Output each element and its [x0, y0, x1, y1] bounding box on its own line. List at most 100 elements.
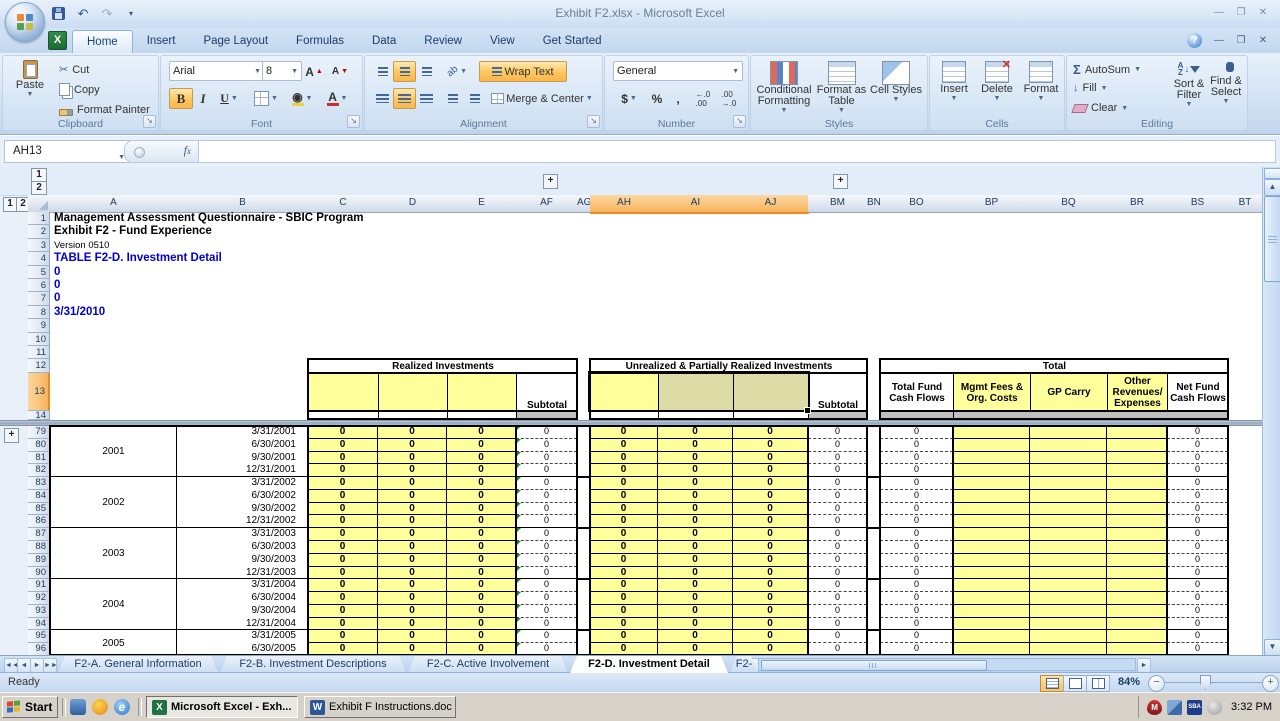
- date-cell-91[interactable]: 3/31/2004: [177, 579, 308, 592]
- grid-cell[interactable]: 0: [880, 592, 953, 605]
- grid-cell[interactable]: 0: [516, 592, 577, 605]
- comma-style-button[interactable]: ,: [668, 88, 688, 109]
- scroll-up-button[interactable]: ▲: [1264, 179, 1280, 196]
- row-header-1[interactable]: 1: [28, 212, 50, 225]
- column-header-C[interactable]: C: [308, 195, 379, 213]
- grid-cell[interactable]: [1107, 426, 1167, 439]
- grid-cell[interactable]: [1030, 528, 1107, 541]
- office-button[interactable]: [5, 2, 45, 42]
- delete-cells-button[interactable]: ✕ Delete▼: [976, 61, 1018, 102]
- page-layout-view-button[interactable]: [1063, 675, 1087, 692]
- row-header-86[interactable]: 86: [28, 515, 50, 528]
- align-right-button[interactable]: [415, 88, 438, 109]
- grid-cell[interactable]: 0: [447, 579, 516, 592]
- column-header-A[interactable]: A: [50, 195, 178, 213]
- row-header-96[interactable]: 96: [28, 643, 50, 655]
- grid-cell[interactable]: 0: [1167, 528, 1228, 541]
- grid-cell[interactable]: 0: [590, 592, 658, 605]
- taskbar-button-1[interactable]: XMicrosoft Excel - Exh...: [146, 696, 298, 718]
- grid-cell[interactable]: [1107, 541, 1167, 554]
- grid-cell[interactable]: 0: [447, 554, 516, 567]
- autosum-button[interactable]: ΣAutoSum▼: [1073, 62, 1141, 77]
- grid-cell[interactable]: [953, 579, 1030, 592]
- date-cell-80[interactable]: 6/30/2001: [177, 439, 308, 452]
- sheet-tab-2[interactable]: F2-B. Investment Descriptions: [220, 656, 406, 673]
- grid-cell[interactable]: 0: [733, 439, 808, 452]
- row-header-6[interactable]: 6: [28, 279, 50, 292]
- grid-cell[interactable]: [1107, 605, 1167, 618]
- grid-cell[interactable]: 0: [880, 490, 953, 503]
- column-header-BP[interactable]: BP: [953, 195, 1031, 213]
- ribbon-tab-page-layout[interactable]: Page Layout: [189, 30, 282, 53]
- row-header-89[interactable]: 89: [28, 554, 50, 567]
- grid-cell[interactable]: [1030, 554, 1107, 567]
- grid-cell[interactable]: 0: [447, 541, 516, 554]
- date-cell-84[interactable]: 6/30/2002: [177, 490, 308, 503]
- row-header-84[interactable]: 84: [28, 490, 50, 503]
- grid-cell[interactable]: 0: [733, 452, 808, 465]
- grid-cell[interactable]: [1030, 503, 1107, 516]
- grid-cell[interactable]: 0: [378, 426, 447, 439]
- redo-button[interactable]: ↷: [98, 5, 116, 23]
- font-size-select[interactable]: 8▼: [262, 61, 302, 81]
- doc-line-row-4[interactable]: TABLE F2-D. Investment Detail: [54, 252, 222, 265]
- grid-cell[interactable]: [953, 426, 1030, 439]
- column-header-BR[interactable]: BR: [1107, 195, 1168, 213]
- grid-cell[interactable]: 0: [308, 579, 378, 592]
- grid-cell[interactable]: [1107, 439, 1167, 452]
- grid-cell[interactable]: 0: [1167, 579, 1228, 592]
- number-dialog-launcher[interactable]: ↘: [733, 115, 746, 128]
- doc-line-row-3[interactable]: Version 0510: [54, 239, 109, 252]
- grid-cell[interactable]: 0: [516, 554, 577, 567]
- ribbon-tab-insert[interactable]: Insert: [133, 30, 190, 53]
- grid-cell[interactable]: 0: [308, 452, 378, 465]
- row-header-14[interactable]: 14: [28, 411, 50, 420]
- grid-cell[interactable]: 0: [880, 452, 953, 465]
- grid-cell[interactable]: 0: [308, 630, 378, 643]
- grid-cell[interactable]: 0: [1167, 426, 1228, 439]
- grid-cell[interactable]: [1030, 490, 1107, 503]
- grid-cell[interactable]: 0: [447, 630, 516, 643]
- font-color-button[interactable]: A▼: [320, 88, 354, 109]
- date-cell-88[interactable]: 6/30/2003: [177, 541, 308, 554]
- grid-cell[interactable]: 0: [808, 490, 867, 503]
- column-header-B[interactable]: B: [177, 195, 309, 213]
- column-header-BN[interactable]: BN: [867, 195, 881, 213]
- date-cell-79[interactable]: 3/31/2001: [177, 426, 308, 439]
- find-select-button[interactable]: Find & Select▼: [1207, 62, 1245, 105]
- grid-cell[interactable]: 0: [880, 528, 953, 541]
- date-cell-83[interactable]: 3/31/2002: [177, 477, 308, 490]
- alignment-dialog-launcher[interactable]: ↘: [587, 115, 600, 128]
- grid-cell[interactable]: 0: [308, 439, 378, 452]
- formula-input[interactable]: [198, 140, 1276, 163]
- grid-cell[interactable]: [1107, 452, 1167, 465]
- orientation-button[interactable]: ab▼: [441, 61, 473, 82]
- grid-cell[interactable]: 0: [1167, 605, 1228, 618]
- grid-cell[interactable]: 0: [880, 630, 953, 643]
- grid-cell[interactable]: 0: [378, 605, 447, 618]
- grid-cell[interactable]: 0: [378, 579, 447, 592]
- grid-cell[interactable]: 0: [516, 503, 577, 516]
- grid-cell[interactable]: [1030, 605, 1107, 618]
- grid-cell[interactable]: 0: [378, 477, 447, 490]
- grid-cell[interactable]: 0: [378, 541, 447, 554]
- grid-cell[interactable]: 0: [590, 541, 658, 554]
- page-break-view-button[interactable]: [1086, 675, 1110, 692]
- fill-handle[interactable]: [804, 407, 811, 414]
- grid-cell[interactable]: [1030, 452, 1107, 465]
- number-format-select[interactable]: General▼: [613, 61, 743, 81]
- grid-cell[interactable]: [953, 554, 1030, 567]
- mcafee-tray-icon[interactable]: M: [1147, 700, 1162, 715]
- window-minimize-button[interactable]: —: [1210, 5, 1228, 20]
- last-sheet-button[interactable]: ►►: [43, 658, 57, 673]
- taskbar-button-2[interactable]: WExhibit F Instructions.doc ...: [304, 696, 456, 718]
- column-header-AI[interactable]: AI: [658, 195, 734, 214]
- horizontal-scroll-thumb[interactable]: [761, 660, 987, 671]
- row-outline-level-2-button[interactable]: 2: [31, 181, 47, 195]
- grid-cell[interactable]: 0: [1167, 554, 1228, 567]
- grid-cell[interactable]: 0: [808, 439, 867, 452]
- window-restore-button[interactable]: ❐: [1232, 5, 1250, 20]
- format-cells-button[interactable]: Format▼: [1020, 61, 1062, 102]
- row-header-81[interactable]: 81: [28, 452, 50, 465]
- cut-button[interactable]: ✂Cut: [59, 63, 89, 76]
